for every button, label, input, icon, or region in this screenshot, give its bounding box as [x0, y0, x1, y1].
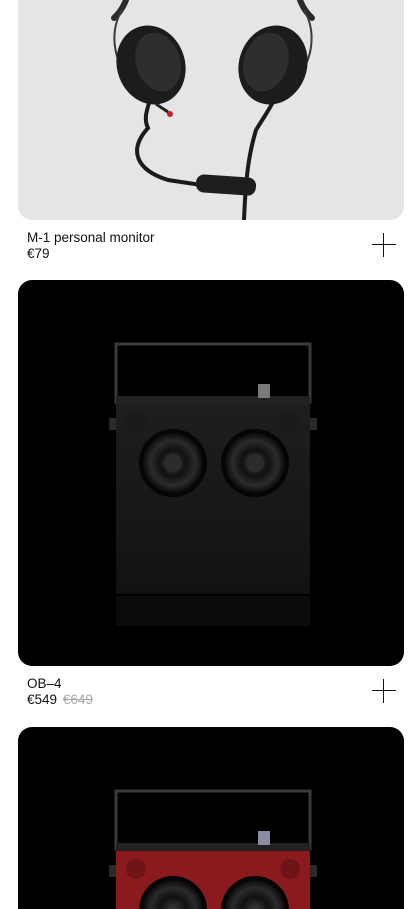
product-name[interactable]: OB–4	[27, 676, 397, 692]
speaker-black-image	[109, 342, 317, 626]
product-info-m1: M-1 personal monitor €79	[27, 230, 397, 264]
current-price: €549	[27, 692, 58, 707]
headphones-image	[111, 0, 315, 220]
add-to-cart-button[interactable]	[371, 232, 397, 258]
product-name[interactable]: M-1 personal monitor	[27, 230, 397, 246]
product-price: €549 €649	[27, 692, 397, 708]
product-price: €79	[27, 246, 397, 262]
add-to-cart-button[interactable]	[371, 678, 397, 704]
product-image-ob4-red[interactable]	[18, 727, 404, 909]
product-image-m1[interactable]	[18, 0, 404, 220]
original-price: €649	[62, 692, 93, 707]
product-info-ob4: OB–4 €549 €649	[27, 676, 397, 710]
speaker-red-image	[109, 789, 317, 909]
product-image-ob4[interactable]	[18, 280, 404, 666]
current-price: €79	[27, 246, 50, 261]
